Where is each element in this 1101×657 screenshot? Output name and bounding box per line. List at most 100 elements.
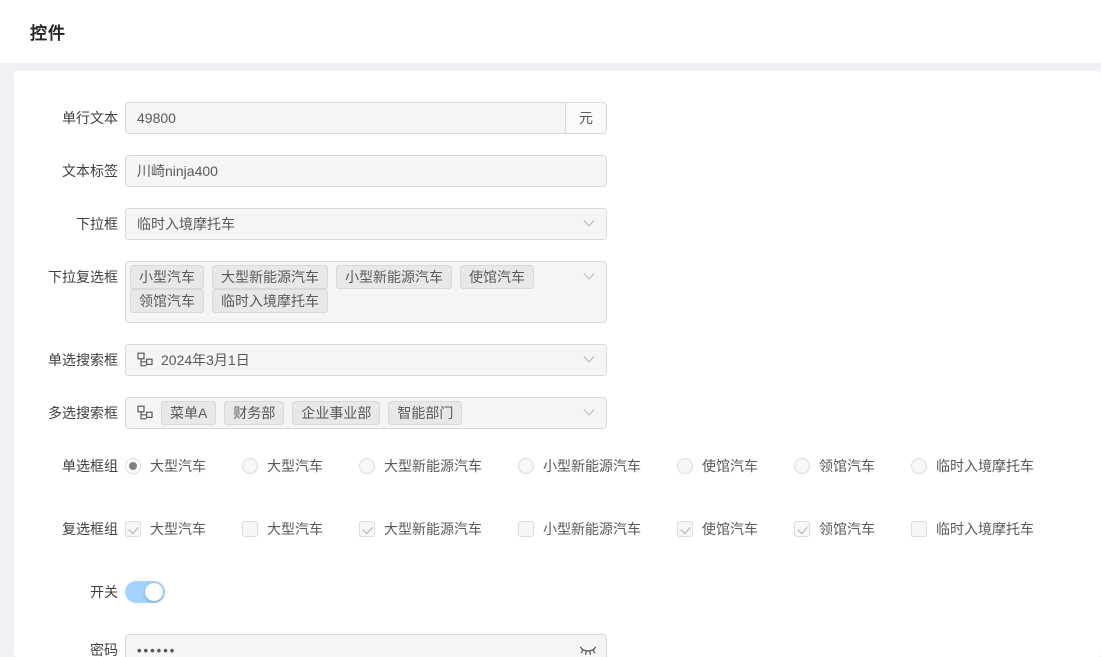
checkbox-option[interactable]: 使馆汽车 (677, 519, 758, 539)
radio-option-label: 领馆汽车 (819, 456, 875, 476)
radio-option-label: 大型汽车 (267, 456, 323, 476)
single-text-label: 单行文本 (14, 102, 118, 134)
password-input[interactable] (125, 634, 607, 657)
switch-label: 开关 (14, 576, 118, 608)
radio-option[interactable]: 临时入境摩托车 (911, 456, 1034, 476)
checkbox-option[interactable]: 临时入境摩托车 (911, 519, 1034, 539)
selected-tag[interactable]: 菜单A (161, 401, 216, 425)
radio-option[interactable]: 领馆汽车 (794, 456, 875, 476)
radio-icon (125, 458, 141, 474)
single-text-input[interactable] (126, 103, 565, 133)
dropdown-selected-value: 临时入境摩托车 (137, 214, 235, 234)
selected-tag[interactable]: 财务部 (224, 401, 284, 425)
radio-option-label: 小型新能源汽车 (543, 456, 641, 476)
text-tag-input[interactable] (125, 155, 607, 187)
single-search-label: 单选搜索框 (14, 344, 118, 376)
checkbox-option-label: 使馆汽车 (702, 519, 758, 539)
radio-icon (242, 458, 258, 474)
chevron-down-icon (583, 407, 595, 419)
radio-icon (794, 458, 810, 474)
selected-tag[interactable]: 领馆汽车 (130, 289, 204, 313)
selected-tag[interactable]: 智能部门 (388, 401, 462, 425)
checkbox-option-label: 小型新能源汽车 (543, 519, 641, 539)
multi-search-label: 多选搜索框 (14, 397, 118, 429)
form-row-single-text: 单行文本 元 (14, 102, 1081, 134)
page-header: 控件 (0, 0, 1101, 63)
radio-option-label: 大型新能源汽车 (384, 456, 482, 476)
checkbox-option[interactable]: 大型汽车 (125, 519, 206, 539)
checkbox-icon (794, 521, 810, 537)
checkbox-option[interactable]: 大型汽车 (242, 519, 323, 539)
password-field (125, 634, 607, 657)
form-row-multi-search: 多选搜索框 菜单A 财务部企业事业部智能部门 (14, 397, 1081, 429)
checkbox-option[interactable]: 大型新能源汽车 (359, 519, 482, 539)
single-search-value: 2024年3月1日 (161, 350, 250, 370)
radio-group-label: 单选框组 (14, 450, 118, 482)
checkbox-group-label: 复选框组 (14, 513, 118, 545)
checkbox-option-label: 领馆汽车 (819, 519, 875, 539)
checkbox-icon (242, 521, 258, 537)
checkbox-icon (518, 521, 534, 537)
input-addon-unit: 元 (565, 103, 606, 133)
selected-tag[interactable]: 小型新能源汽车 (336, 265, 452, 289)
dropdown-select[interactable]: 临时入境摩托车 (125, 208, 607, 240)
multi-search-select[interactable]: 菜单A 财务部企业事业部智能部门 (125, 397, 607, 429)
selected-tag[interactable]: 临时入境摩托车 (212, 289, 328, 313)
text-tag-field (125, 155, 607, 187)
app-root: 控件 单行文本 元 文本标签 下拉框 临时入境摩托车 (0, 0, 1101, 657)
checkbox-option-label: 临时入境摩托车 (936, 519, 1034, 539)
checkbox-option-label: 大型汽车 (267, 519, 323, 539)
radio-option[interactable]: 使馆汽车 (677, 456, 758, 476)
eye-invisible-icon[interactable] (579, 643, 597, 657)
checkbox-icon (359, 521, 375, 537)
switch-toggle[interactable] (125, 581, 165, 603)
selected-tag[interactable]: 企业事业部 (292, 401, 380, 425)
form-row-multi-dropdown: 下拉复选框 小型汽车大型新能源汽车小型新能源汽车使馆汽车领馆汽车临时入境摩托车 (14, 261, 1081, 323)
selected-tag[interactable]: 使馆汽车 (460, 265, 534, 289)
chevron-down-icon (583, 218, 595, 230)
multi-search-tag-list: 菜单A 财务部企业事业部智能部门 (125, 397, 607, 429)
chevron-down-icon (583, 354, 595, 366)
form-card: 单行文本 元 文本标签 下拉框 临时入境摩托车 (14, 71, 1101, 657)
checkbox-option-label: 大型新能源汽车 (384, 519, 482, 539)
checkbox-group: 大型汽车 大型汽车 大型新能源汽车 小型新能源汽车 (125, 519, 1034, 539)
form-row-password: 密码 (14, 634, 1081, 657)
text-tag-label: 文本标签 (14, 155, 118, 187)
single-text-field: 元 (125, 102, 607, 134)
page-title: 控件 (30, 19, 66, 44)
form-row-dropdown: 下拉框 临时入境摩托车 (14, 208, 1081, 240)
checkbox-option[interactable]: 领馆汽车 (794, 519, 875, 539)
radio-icon (359, 458, 375, 474)
multi-dropdown-select[interactable]: 小型汽车大型新能源汽车小型新能源汽车使馆汽车领馆汽车临时入境摩托车 (125, 261, 607, 323)
radio-option[interactable]: 大型新能源汽车 (359, 456, 482, 476)
radio-option-label: 大型汽车 (150, 456, 206, 476)
form-row-text-tag: 文本标签 (14, 155, 1081, 187)
radio-icon (677, 458, 693, 474)
dropdown-label: 下拉框 (14, 208, 118, 240)
single-search-select[interactable]: 2024年3月1日 (125, 344, 607, 376)
switch-knob (145, 583, 163, 601)
multi-dropdown-tag-list: 小型汽车大型新能源汽车小型新能源汽车使馆汽车领馆汽车临时入境摩托车 (125, 261, 607, 323)
radio-option-label: 临时入境摩托车 (936, 456, 1034, 476)
checkbox-icon (911, 521, 927, 537)
form-row-checkbox-group: 复选框组 大型汽车 大型汽车 大型新能源汽车 (14, 513, 1081, 545)
radio-option[interactable]: 小型新能源汽车 (518, 456, 641, 476)
radio-option[interactable]: 大型汽车 (242, 456, 323, 476)
form-row-switch: 开关 (14, 576, 1081, 608)
selected-tag[interactable]: 大型新能源汽车 (212, 265, 328, 289)
checkbox-option-label: 大型汽车 (150, 519, 206, 539)
tree-structure-icon (137, 405, 153, 421)
radio-group: 大型汽车 大型汽车 大型新能源汽车 小型新能源汽车 (125, 456, 1034, 476)
radio-icon (518, 458, 534, 474)
checkbox-icon (125, 521, 141, 537)
multi-dropdown-label: 下拉复选框 (14, 261, 118, 293)
checkbox-icon (677, 521, 693, 537)
radio-icon (911, 458, 927, 474)
checkbox-option[interactable]: 小型新能源汽车 (518, 519, 641, 539)
password-label: 密码 (14, 634, 118, 657)
selected-tag[interactable]: 小型汽车 (130, 265, 204, 289)
tree-structure-icon (137, 352, 153, 368)
chevron-down-icon (583, 271, 595, 283)
radio-option[interactable]: 大型汽车 (125, 456, 206, 476)
radio-option-label: 使馆汽车 (702, 456, 758, 476)
